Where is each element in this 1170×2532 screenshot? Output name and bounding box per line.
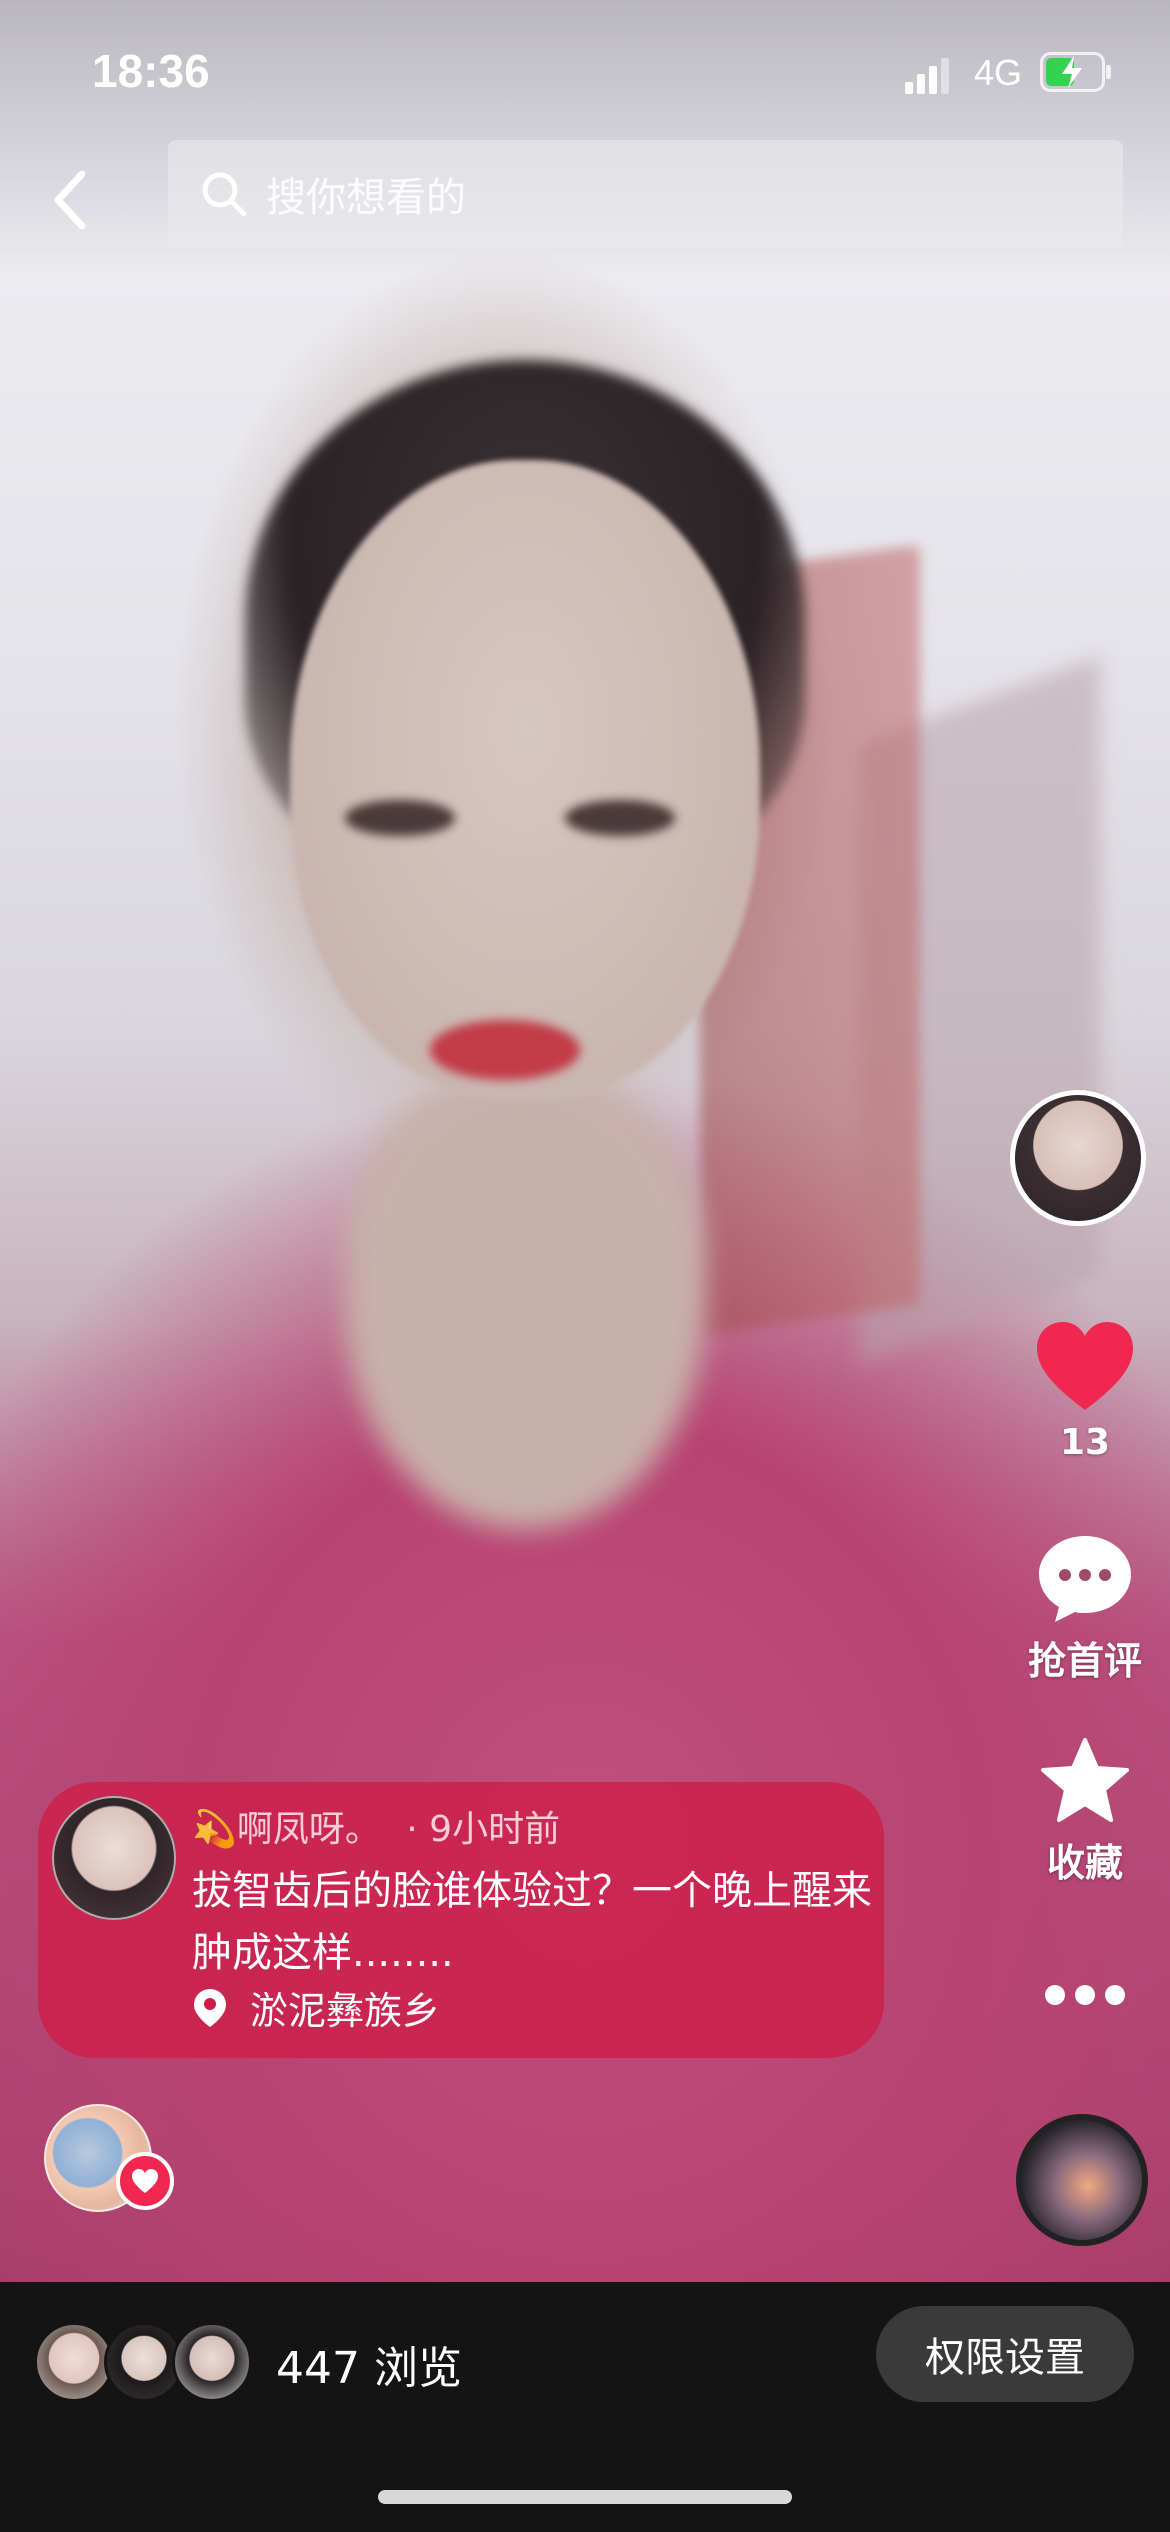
network-type: 4G: [974, 52, 1023, 93]
battery-icon: [1040, 52, 1111, 92]
home-indicator[interactable]: [378, 2490, 792, 2504]
signal-icon: [905, 58, 949, 94]
post-title: 拔智齿后的脸谁体验过？一个晚上醒来肿成这样........: [192, 1868, 872, 1976]
post-meta: 💫啊凤呀。 · 9小时前: [192, 1800, 560, 1852]
back-button[interactable]: [42, 160, 102, 240]
comment-label: 抢首评: [1027, 1639, 1142, 1683]
right-eye: [565, 800, 675, 836]
search-icon: [202, 172, 247, 217]
heart-icon: [132, 2169, 158, 2193]
location-name: 淤泥彝族乡: [250, 1989, 441, 2033]
music-disc[interactable]: [1016, 2114, 1148, 2246]
sparkle-icon: 💫: [192, 1809, 237, 1850]
neck: [345, 1080, 705, 1530]
location-pin-icon: [194, 1988, 226, 2027]
viewer-avatar[interactable]: [172, 2322, 252, 2402]
status-time: 18:36: [92, 45, 210, 97]
heart-icon: [1037, 1322, 1133, 1410]
more-icon: [1045, 1985, 1125, 2005]
search-input[interactable]: 搜你想看的: [168, 140, 1123, 248]
post-author-avatar[interactable]: [52, 1796, 176, 1920]
favorite-label: 收藏: [1046, 1841, 1123, 1885]
permission-settings-button[interactable]: 权限设置: [876, 2306, 1134, 2402]
viewer-avatar[interactable]: [34, 2322, 114, 2402]
post-author-name[interactable]: 啊凤呀。: [237, 1809, 381, 1850]
face: [290, 460, 760, 1100]
author-avatar[interactable]: [1010, 1090, 1146, 1226]
location-tag[interactable]: 淤泥彝族乡: [192, 1980, 440, 2035]
lips: [430, 1020, 580, 1080]
post-info-card[interactable]: 💫啊凤呀。 · 9小时前 拔智齿后的脸谁体验过？一个晚上醒来肿成这样......…: [38, 1782, 884, 2058]
left-eye: [345, 800, 455, 836]
more-button[interactable]: [1000, 1980, 1170, 2014]
comment-button[interactable]: 抢首评: [1000, 1530, 1170, 1685]
favorite-button[interactable]: 收藏: [1000, 1736, 1170, 1887]
like-button[interactable]: 13: [1000, 1318, 1170, 1463]
like-count: 13: [1059, 1422, 1111, 1463]
status-bar: 18:36 4G: [0, 0, 1170, 140]
comment-icon: [1039, 1536, 1131, 1622]
search-placeholder: 搜你想看的: [266, 175, 466, 221]
view-count: 447 浏览: [276, 2343, 462, 2394]
star-icon: [1041, 1738, 1129, 1822]
follow-heart-button[interactable]: [116, 2152, 174, 2210]
post-time: · 9小时前: [406, 1809, 561, 1850]
